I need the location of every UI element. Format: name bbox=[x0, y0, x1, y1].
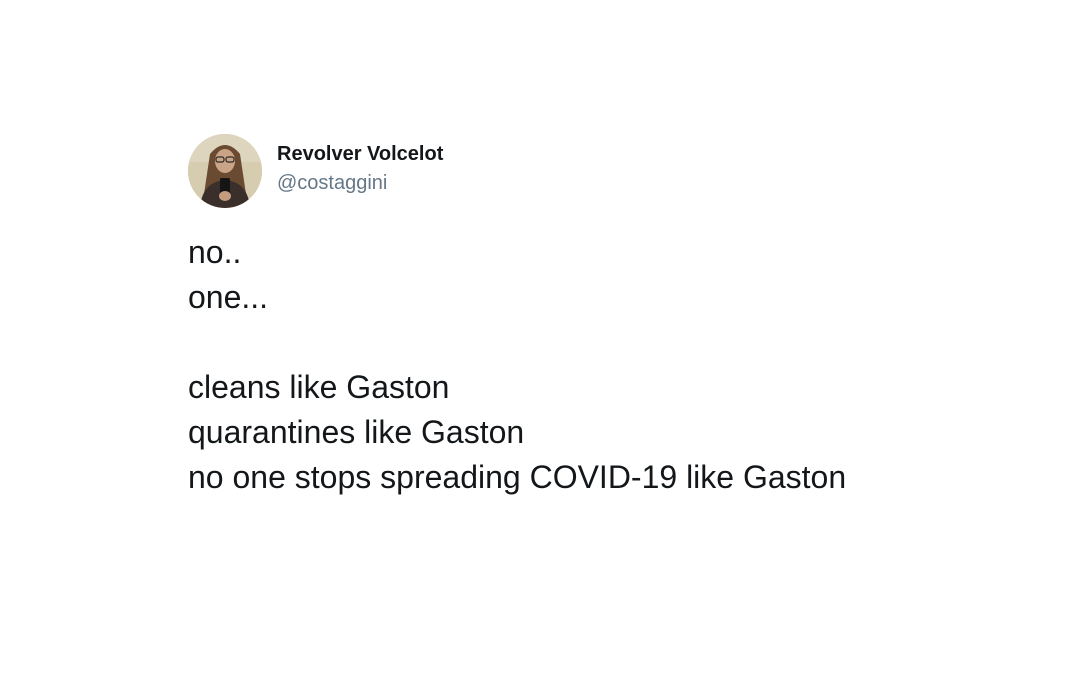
user-handle[interactable]: @costaggini bbox=[277, 170, 443, 196]
tweet-line: quarantines like Gaston bbox=[188, 414, 525, 450]
avatar-photo bbox=[188, 134, 262, 208]
avatar[interactable] bbox=[188, 134, 262, 208]
tweet-line: no.. bbox=[188, 234, 242, 270]
tweet-card: Revolver Volcelot @costaggini no.. one..… bbox=[188, 134, 1048, 500]
tweet-header: Revolver Volcelot @costaggini bbox=[188, 134, 1048, 208]
tweet-line bbox=[188, 320, 1048, 365]
tweet-text: no.. one... cleans like Gaston quarantin… bbox=[188, 230, 1048, 500]
display-name[interactable]: Revolver Volcelot bbox=[277, 141, 443, 167]
tweet-line: cleans like Gaston bbox=[188, 369, 450, 405]
tweet-line: no one stops spreading COVID-19 like Gas… bbox=[188, 459, 847, 495]
author-info: Revolver Volcelot @costaggini bbox=[277, 141, 443, 196]
tweet-line: one... bbox=[188, 279, 269, 315]
